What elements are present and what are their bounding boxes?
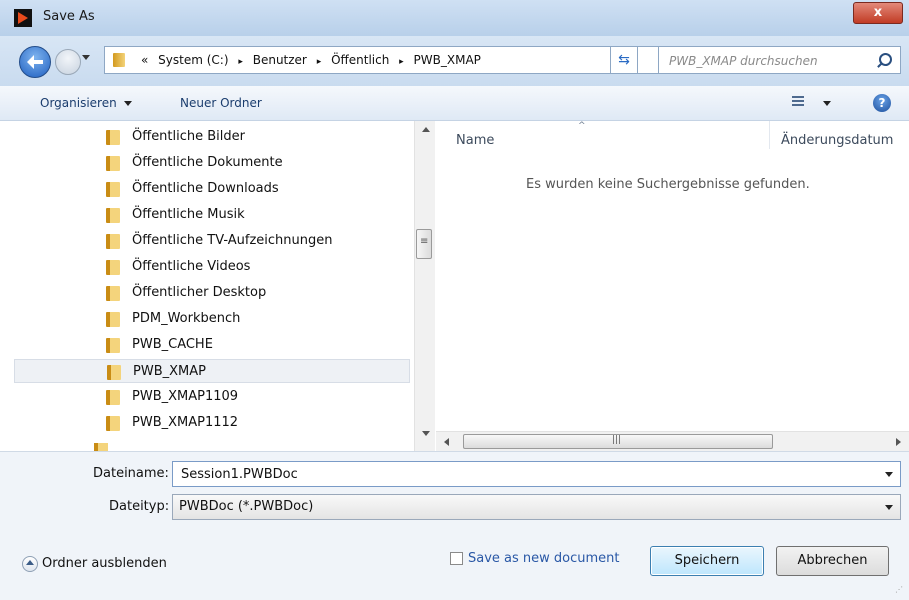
- nav-item-oeffentliche-bilder[interactable]: Öffentliche Bilder: [14, 125, 410, 149]
- help-icon[interactable]: ?: [873, 94, 891, 112]
- nav-item-oeffentliche-musik[interactable]: Öffentliche Musik: [14, 203, 410, 227]
- folder-icon: [106, 390, 120, 405]
- scroll-up-icon[interactable]: [422, 127, 430, 132]
- save-as-new-checkbox[interactable]: [450, 552, 463, 565]
- window-title: Save As: [43, 9, 95, 24]
- folder-icon: [106, 260, 120, 275]
- filetype-label: Dateityp:: [109, 499, 170, 514]
- breadcrumb: « System (C:) ▸ Benutzer ▸ Öffentlich ▸ …: [141, 53, 487, 67]
- resize-grip-icon[interactable]: ⋰: [895, 585, 903, 594]
- app-icon: [14, 9, 32, 27]
- nav-item-label: PWB_CACHE: [132, 337, 213, 352]
- new-folder-button[interactable]: Neuer Ordner: [180, 96, 262, 110]
- folder-icon: [106, 416, 120, 431]
- breadcrumb-item[interactable]: Benutzer: [253, 53, 307, 67]
- nav-item-pwb-xmap[interactable]: PWB_XMAP: [14, 359, 410, 383]
- close-button[interactable]: x: [853, 2, 903, 24]
- folder-icon: [106, 338, 120, 353]
- sort-ascending-icon: ^: [578, 121, 586, 131]
- organize-label: Organisieren: [40, 96, 117, 110]
- chevron-down-icon[interactable]: [885, 472, 893, 477]
- folder-icon: [94, 443, 108, 451]
- scrollbar-thumb[interactable]: [463, 434, 773, 449]
- chevron-down-icon: [885, 505, 893, 510]
- organize-menu-button[interactable]: Organisieren: [40, 96, 132, 110]
- nav-item-label: PWB_XMAP1109: [132, 389, 239, 404]
- list-horizontal-scrollbar[interactable]: [436, 431, 909, 452]
- scrollbar-thumb[interactable]: [416, 229, 432, 259]
- chevron-up-icon: [22, 556, 38, 572]
- recent-locations-chevron-icon[interactable]: [82, 55, 90, 60]
- nav-item-oeffentliche-videos[interactable]: Öffentliche Videos: [14, 255, 410, 279]
- back-button[interactable]: [19, 46, 51, 78]
- search-input[interactable]: [667, 53, 871, 69]
- folder-icon: [106, 312, 120, 327]
- back-arrow-icon: [27, 55, 43, 69]
- nav-item-label: Öffentliche Downloads: [132, 181, 279, 196]
- nav-item-oeffentliche-dokumente[interactable]: Öffentliche Dokumente: [14, 151, 410, 175]
- nav-item-label: Öffentlicher Desktop: [132, 285, 267, 300]
- breadcrumb-overflow[interactable]: «: [141, 53, 148, 67]
- breadcrumb-separator-icon[interactable]: ▸: [399, 57, 404, 67]
- folder-icon: [106, 286, 120, 301]
- nav-item-label: Öffentliche Videos: [132, 259, 251, 274]
- empty-message: Es wurden keine Suchergebnisse gefunden.: [526, 177, 810, 192]
- nav-item-oeffentlicher-desktop[interactable]: Öffentlicher Desktop: [14, 281, 410, 305]
- breadcrumb-item[interactable]: PWB_XMAP: [414, 53, 481, 67]
- folder-icon: [113, 53, 125, 67]
- command-bar: [0, 86, 909, 121]
- filename-combobox[interactable]: [172, 461, 901, 487]
- search-box[interactable]: [658, 46, 901, 74]
- nav-item-label: PWB_XMAP: [133, 364, 206, 379]
- filename-field[interactable]: [179, 466, 863, 483]
- nav-item-partial[interactable]: [14, 437, 414, 451]
- nav-item-pwb-cache[interactable]: PWB_CACHE: [14, 333, 410, 357]
- folder-icon: [106, 130, 120, 145]
- refresh-button[interactable]: ⇆: [610, 46, 638, 74]
- navigation-pane[interactable]: Öffentliche Bilder Öffentliche Dokumente…: [14, 121, 414, 437]
- nav-item-pdm-workbench[interactable]: PDM_Workbench: [14, 307, 410, 331]
- breadcrumb-separator-icon[interactable]: ▸: [317, 57, 322, 67]
- scroll-left-icon[interactable]: [444, 438, 449, 446]
- nav-item-label: Öffentliche Bilder: [132, 129, 246, 144]
- column-header-date-modified[interactable]: Änderungsdatum: [781, 133, 893, 148]
- nav-item-label: Öffentliche TV-Aufzeichnungen: [132, 233, 333, 248]
- nav-item-pwb-xmap1109[interactable]: PWB_XMAP1109: [14, 385, 410, 409]
- chevron-down-icon: [123, 101, 132, 106]
- filename-label: Dateiname:: [93, 466, 169, 481]
- folder-icon: [106, 234, 120, 249]
- title-bar: [0, 0, 909, 36]
- cancel-button[interactable]: Abbrechen: [776, 546, 889, 576]
- nav-item-label: Öffentliche Dokumente: [132, 155, 283, 170]
- folder-icon: [106, 208, 120, 223]
- filetype-value: PWBDoc (*.PWBDoc): [179, 499, 314, 514]
- nav-item-oeffentliche-tv-aufzeichnungen[interactable]: Öffentliche TV-Aufzeichnungen: [14, 229, 410, 253]
- nav-item-label: PDM_Workbench: [132, 311, 241, 326]
- nav-item-pwb-xmap1112[interactable]: PWB_XMAP1112: [14, 411, 410, 435]
- breadcrumb-separator-icon[interactable]: ▸: [238, 57, 243, 67]
- folder-icon: [106, 182, 120, 197]
- breadcrumb-item[interactable]: Öffentlich: [331, 53, 389, 67]
- nav-vertical-scrollbar[interactable]: [414, 121, 435, 451]
- forward-button[interactable]: [55, 49, 81, 75]
- save-button[interactable]: Speichern: [650, 546, 764, 576]
- nav-item-oeffentliche-downloads[interactable]: Öffentliche Downloads: [14, 177, 410, 201]
- breadcrumb-item[interactable]: System (C:): [158, 53, 228, 67]
- save-as-new-label[interactable]: Save as new document: [468, 551, 620, 566]
- view-options-icon[interactable]: [792, 96, 804, 108]
- nav-item-label: PWB_XMAP1112: [132, 415, 239, 430]
- folder-icon: [106, 156, 120, 171]
- filetype-select[interactable]: PWBDoc (*.PWBDoc): [172, 494, 901, 520]
- view-options-chevron-icon[interactable]: [823, 101, 831, 106]
- scroll-right-icon[interactable]: [896, 438, 901, 446]
- folder-icon: [107, 365, 121, 380]
- hide-folders-label: Ordner ausblenden: [42, 556, 167, 571]
- nav-item-label: Öffentliche Musik: [132, 207, 245, 222]
- column-divider[interactable]: [769, 121, 770, 149]
- file-list[interactable]: Name ^ Änderungsdatum Es wurden keine Su…: [436, 121, 909, 431]
- search-icon[interactable]: [879, 53, 892, 66]
- refresh-icon: ⇆: [618, 52, 630, 68]
- column-header-name[interactable]: Name: [456, 133, 494, 148]
- scroll-down-icon[interactable]: [422, 431, 430, 436]
